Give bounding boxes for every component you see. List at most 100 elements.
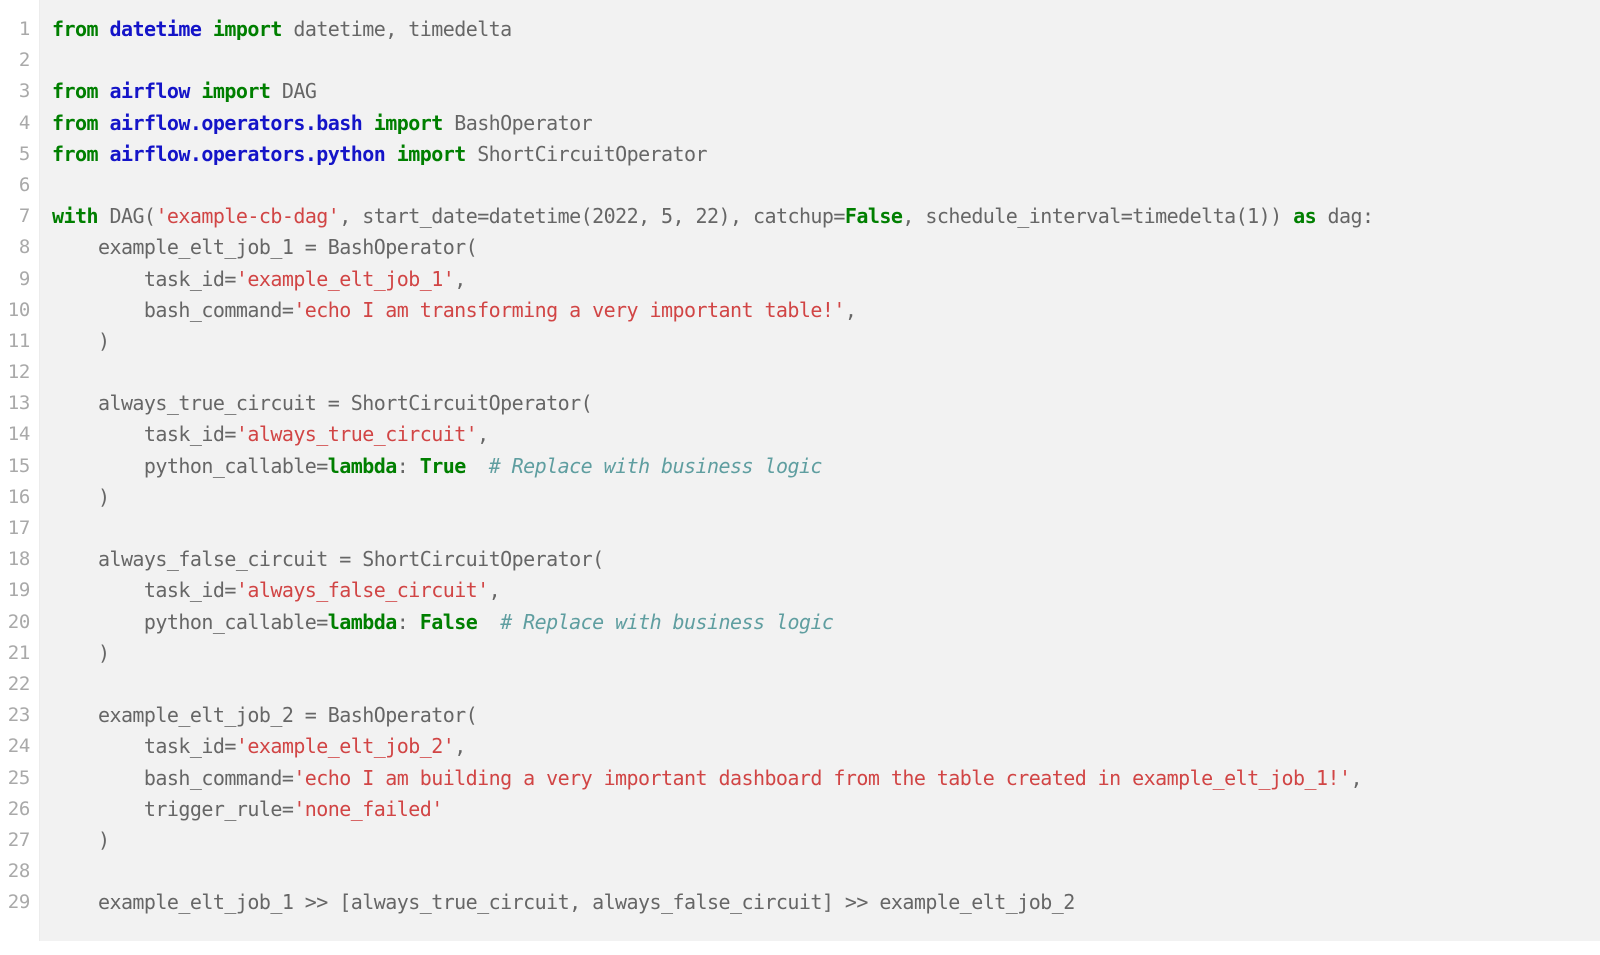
code-line[interactable] — [52, 856, 1600, 887]
code-line[interactable]: example_elt_job_2 = BashOperator( — [52, 700, 1600, 731]
line-number-gutter: 1 2 3 4 5 6 7 8 9 10 11 12 13 14 15 16 17 18 19 20 21 22 23 24 2… — [0, 0, 40, 941]
code-line[interactable]: example_elt_job_1 = BashOperator( — [52, 232, 1600, 263]
line-number: 18 — [7, 548, 31, 571]
line-number: 19 — [7, 579, 31, 602]
code-token-s: 'none_failed' — [293, 796, 443, 821]
code-token-n: , start_date=datetime(2022, 5, 22), catc… — [339, 204, 845, 229]
code-token-s: 'echo I am building a very important das… — [293, 765, 1351, 790]
code-line[interactable]: from datetime import datetime, timedelta — [52, 14, 1600, 45]
line-number: 1 — [18, 18, 30, 40]
line-number: 24 — [7, 735, 31, 758]
code-line[interactable]: task_id='always_true_circuit', — [52, 419, 1600, 450]
code-token-k: lambda — [327, 453, 398, 478]
code-line[interactable] — [52, 513, 1600, 544]
code-token-k: as — [1293, 204, 1317, 229]
line-number: 11 — [7, 329, 31, 352]
line-number: 28 — [7, 860, 31, 883]
code-line[interactable]: ) — [52, 638, 1600, 669]
code-line[interactable]: ) — [52, 326, 1600, 357]
code-token-k: from — [52, 110, 110, 135]
code-line[interactable]: python_callable=lambda: True # Replace w… — [52, 451, 1600, 482]
line-number: 29 — [7, 891, 31, 914]
code-token-k: import — [385, 141, 467, 166]
code-token-n: ) — [52, 827, 110, 852]
code-line[interactable]: example_elt_job_1 >> [always_true_circui… — [52, 887, 1600, 918]
code-token-n: ) — [52, 640, 110, 665]
code-token-n: python_callable= — [52, 453, 328, 478]
code-token-s: 'example_elt_job_1' — [235, 266, 455, 291]
code-token-c: # Replace with business logic — [488, 453, 823, 478]
code-token-nn: airflow.operators.python — [109, 141, 386, 166]
code-token-n: , — [488, 578, 501, 603]
line-number: 7 — [18, 205, 30, 228]
line-number: 10 — [7, 298, 31, 321]
code-token-n: dag: — [1316, 204, 1375, 229]
code-line[interactable]: task_id='always_false_circuit', — [52, 575, 1600, 606]
line-number: 23 — [7, 704, 31, 727]
code-token-n: ShortCircuitOperator — [465, 141, 708, 166]
code-line[interactable]: task_id='example_elt_job_1', — [52, 264, 1600, 295]
code-token-n: , — [477, 422, 489, 447]
code-token-n: BashOperator — [442, 110, 593, 135]
code-token-c: # Replace with business logic — [500, 609, 834, 634]
line-number: 13 — [7, 392, 31, 415]
code-line[interactable]: always_true_circuit = ShortCircuitOperat… — [52, 388, 1600, 419]
line-number: 6 — [18, 173, 30, 196]
code-token-k: True — [419, 453, 467, 478]
code-line[interactable]: bash_command='echo I am transforming a v… — [52, 295, 1600, 326]
line-number: 14 — [7, 423, 31, 446]
code-line[interactable]: from airflow import DAG — [52, 76, 1600, 107]
code-token-n: task_id= — [52, 422, 236, 447]
code-token-n: , schedule_interval=timedelta(1)) — [902, 204, 1294, 229]
code-line[interactable]: bash_command='echo I am building a very … — [52, 763, 1600, 794]
line-number: 9 — [18, 267, 30, 290]
code-line[interactable]: ) — [52, 482, 1600, 513]
code-line[interactable]: ) — [52, 825, 1600, 856]
code-line[interactable]: always_false_circuit = ShortCircuitOpera… — [52, 544, 1600, 575]
line-number: 21 — [7, 641, 31, 664]
code-token-s: 'example-cb-dag' — [155, 204, 340, 229]
code-token-k: from — [52, 17, 110, 41]
code-token-k: False — [419, 609, 478, 634]
line-number: 22 — [7, 672, 31, 695]
code-line[interactable]: python_callable=lambda: False # Replace … — [52, 607, 1600, 638]
line-number: 8 — [18, 236, 30, 259]
code-token-n: example_elt_job_2 = BashOperator( — [52, 703, 478, 728]
code-content-area[interactable]: from datetime import datetime, timedelta… — [40, 0, 1600, 941]
code-token-n: python_callable= — [52, 609, 328, 634]
code-line[interactable] — [52, 357, 1600, 388]
code-token-n: , — [454, 266, 466, 291]
code-token-n: always_true_circuit = ShortCircuitOperat… — [52, 391, 593, 416]
code-token-n: task_id= — [52, 578, 236, 603]
code-token-k: False — [844, 204, 903, 229]
code-token-k: from — [52, 79, 110, 104]
line-number: 17 — [7, 517, 31, 539]
code-token-k: import — [201, 17, 283, 41]
code-line[interactable] — [52, 170, 1600, 201]
code-token-n: task_id= — [52, 734, 236, 759]
code-token-n: task_id= — [52, 266, 236, 291]
code-line[interactable] — [52, 669, 1600, 700]
code-line[interactable] — [52, 45, 1600, 76]
line-number: 27 — [7, 828, 31, 851]
line-number: 16 — [7, 485, 31, 508]
code-token-s: 'echo I am transforming a very important… — [293, 297, 845, 322]
line-number: 5 — [18, 142, 30, 165]
code-line[interactable]: trigger_rule='none_failed' — [52, 794, 1600, 825]
code-line[interactable]: task_id='example_elt_job_2', — [52, 731, 1600, 762]
code-token-n: example_elt_job_1 = BashOperator( — [52, 235, 478, 260]
code-token-n: DAG — [270, 79, 317, 104]
code-token-n: always_false_circuit = ShortCircuitOpera… — [52, 547, 604, 572]
code-line[interactable]: from airflow.operators.python import Sho… — [52, 139, 1600, 170]
line-number: 3 — [18, 80, 30, 103]
code-line[interactable]: from airflow.operators.bash import BashO… — [52, 108, 1600, 139]
code-token-s: 'always_true_circuit' — [235, 422, 478, 447]
line-number: 25 — [7, 766, 31, 789]
code-token-k: lambda — [327, 609, 398, 634]
line-number: 4 — [18, 111, 30, 134]
code-token-nn: airflow — [109, 79, 190, 104]
code-token-n: bash_command= — [52, 765, 294, 790]
code-line[interactable]: with DAG('example-cb-dag', start_date=da… — [52, 201, 1600, 232]
code-token-s: 'always_false_circuit' — [235, 578, 489, 603]
code-token-nn: airflow.operators.bash — [109, 110, 363, 135]
